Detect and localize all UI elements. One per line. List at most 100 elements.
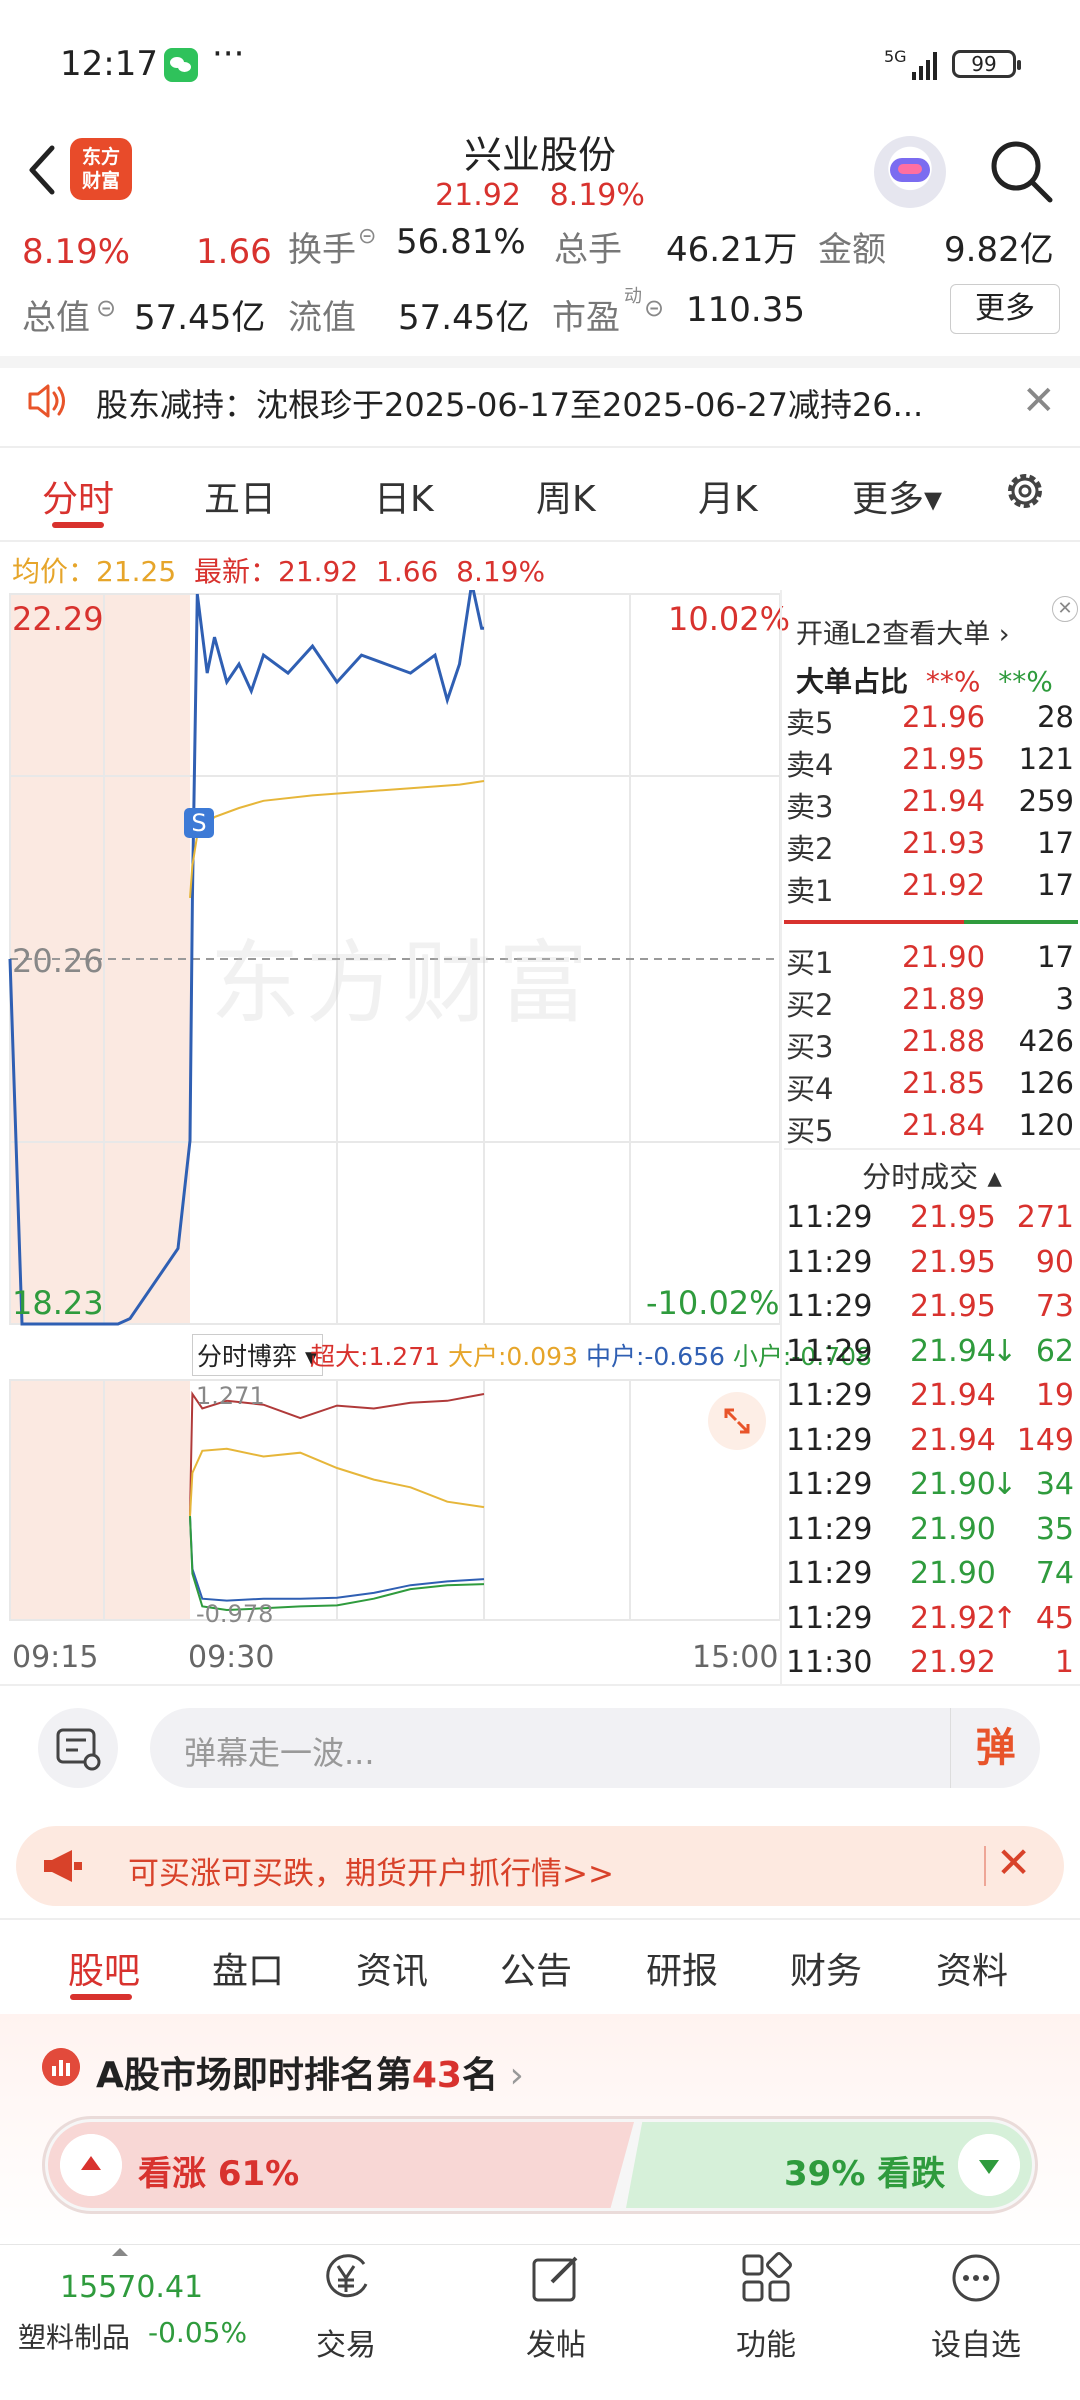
y-axis-prev-close: 20.26 — [12, 942, 104, 980]
orderbook-buy-vol: 17 — [1037, 940, 1074, 974]
bearish-vote-button[interactable] — [958, 2134, 1020, 2196]
trade-price: 21.94 — [910, 1333, 996, 1369]
ai-robot-icon[interactable] — [874, 136, 946, 208]
trade-list-title[interactable]: 分时成交 ▴ — [784, 1154, 1080, 1196]
intraday-chart[interactable] — [0, 590, 780, 1680]
avg-label: 均价： — [12, 555, 97, 588]
grid-icon[interactable] — [738, 2250, 794, 2306]
tab-guba[interactable]: 股吧 — [68, 1942, 140, 1994]
divider — [0, 356, 1080, 368]
trade-price: 21.95 — [910, 1244, 996, 1280]
search-icon[interactable] — [986, 136, 1056, 206]
change-pct: 8.19% — [22, 232, 131, 272]
network-label: 5G — [884, 47, 907, 66]
yen-icon[interactable] — [318, 2250, 374, 2306]
l2-close-icon[interactable]: ✕ — [1052, 596, 1078, 622]
tab-monthly-k[interactable]: 月K — [698, 470, 758, 522]
tab-finance[interactable]: 财务 — [790, 1942, 862, 1994]
orderbook-buy-price: 21.89 — [902, 982, 986, 1016]
trade-price: 21.95 — [910, 1289, 996, 1324]
nav-functions[interactable]: 功能 — [706, 2320, 826, 2364]
orderbook-buy-label: 买5 — [786, 1114, 834, 1148]
trade-time: 11:29 — [786, 1200, 873, 1235]
flow-pre-market-area — [10, 1380, 190, 1620]
shareholder-notice[interactable]: 股东减持：沈根珍于2025-06-17至2025-06-27减持26... — [96, 380, 923, 426]
orderbook-buy-label: 买3 — [786, 1030, 834, 1064]
tab-daily-k[interactable]: 日K — [374, 470, 434, 522]
dots-icon[interactable] — [948, 2250, 1004, 2306]
orderbook-sell-vol: 121 — [1018, 742, 1074, 776]
expand-icon[interactable] — [708, 1392, 766, 1450]
more-info-button[interactable]: 更多 — [950, 284, 1060, 334]
divider — [0, 1684, 1080, 1686]
gear-icon[interactable] — [1000, 466, 1050, 516]
speaker-icon — [28, 384, 65, 418]
trade-price: 21.90 — [910, 1467, 996, 1502]
flow-mode-select[interactable]: 分时博弈 ▾ — [192, 1334, 323, 1376]
info-circle-icon[interactable]: ⊝ — [644, 294, 664, 322]
trade-price: 21.95 — [910, 1200, 996, 1235]
orderbook-buy-vol: 426 — [1018, 1024, 1074, 1058]
turnover-label: 换手 — [288, 230, 356, 270]
close-icon[interactable]: ✕ — [1022, 378, 1056, 424]
trade-volume: 35 — [1035, 1511, 1074, 1547]
trade-volume: 74 — [1035, 1556, 1074, 1591]
trade-time: 11:29 — [786, 1244, 873, 1280]
flow-big-label: 大户: — [447, 1342, 507, 1371]
orderbook-sell-label: 卖5 — [786, 706, 834, 740]
orderbook-sell-vol: 17 — [1037, 826, 1074, 860]
last-pct: 8.19% — [456, 555, 546, 588]
pe-label: 市盈 — [552, 298, 620, 338]
edit-icon[interactable] — [528, 2250, 584, 2306]
nav-post[interactable]: 发帖 — [496, 2320, 616, 2364]
sector-name[interactable]: 塑料制品 — [18, 2316, 130, 2356]
tab-more[interactable]: 更多▾ — [852, 470, 942, 522]
divider — [784, 1148, 1080, 1150]
orderbook-buy-price: 21.90 — [902, 940, 986, 974]
orderbook-sell-price: 21.92 — [902, 868, 986, 902]
header-change-pct: 8.19% — [549, 178, 645, 213]
sell-signal-badge[interactable]: S — [184, 808, 214, 838]
bullish-vote-button[interactable] — [60, 2134, 122, 2196]
flow-big-value: 0.093 — [506, 1342, 578, 1371]
chevron-up-icon[interactable] — [112, 2248, 128, 2256]
tab-five-day[interactable]: 五日 — [204, 470, 276, 522]
tab-weekly-k[interactable]: 周K — [536, 470, 596, 522]
ranking-prefix: A股市场即时排名第 — [96, 2055, 412, 2096]
tab-announcements[interactable]: 公告 — [500, 1942, 572, 1994]
sector-index-value[interactable]: 15570.41 — [60, 2270, 203, 2305]
tab-pankou[interactable]: 盘口 — [212, 1942, 284, 1994]
tab-intraday[interactable]: 分时 — [42, 470, 114, 522]
market-cap-label: 总值 — [22, 298, 90, 338]
danmu-send-button[interactable]: 弹 — [950, 1708, 1040, 1788]
promo-separator — [984, 1846, 986, 1886]
tab-news[interactable]: 资讯 — [356, 1942, 428, 1994]
market-ranking[interactable]: A股市场即时排名第43名 › — [96, 2046, 524, 2098]
trade-volume: 149 — [1016, 1422, 1074, 1458]
nav-trade[interactable]: 交易 — [286, 2320, 406, 2364]
market-cap-value: 57.45亿 — [134, 298, 266, 338]
trade-time: 11:29 — [786, 1511, 873, 1547]
close-icon[interactable]: ✕ — [996, 1838, 1031, 1887]
orderbook-sell-vol: 28 — [1037, 700, 1074, 734]
bullish-share-bar[interactable] — [48, 2122, 634, 2208]
comment-settings-icon[interactable] — [38, 1708, 118, 1788]
trade-volume: 19 — [1035, 1378, 1074, 1413]
trade-price: 21.90 — [910, 1511, 996, 1547]
trade-time: 11:29 — [786, 1378, 873, 1413]
nav-add-watchlist[interactable]: 设自选 — [916, 2320, 1036, 2364]
tab-research[interactable]: 研报 — [646, 1942, 718, 1994]
trade-time: 11:29 — [786, 1600, 873, 1636]
tab-profile[interactable]: 资料 — [936, 1942, 1008, 1994]
trade-price: 21.92 — [910, 1645, 996, 1680]
ranking-number: 43 — [411, 2055, 462, 2096]
megaphone-icon — [44, 1850, 82, 1882]
promo-text[interactable]: 可买涨可买跌，期货开户抓行情>> — [128, 1848, 614, 1893]
info-circle-icon[interactable]: ⊝ — [96, 294, 116, 322]
time-tick-end: 15:00 — [692, 1640, 779, 1675]
flow-small-label: 小户: — [732, 1342, 792, 1371]
l2-upgrade-link[interactable]: 开通L2查看大单 › — [796, 612, 1010, 651]
turnover-value: 56.81% — [396, 222, 526, 262]
watermark: 东方财富 — [210, 931, 594, 1036]
info-circle-icon[interactable]: ⊝ — [358, 224, 376, 249]
